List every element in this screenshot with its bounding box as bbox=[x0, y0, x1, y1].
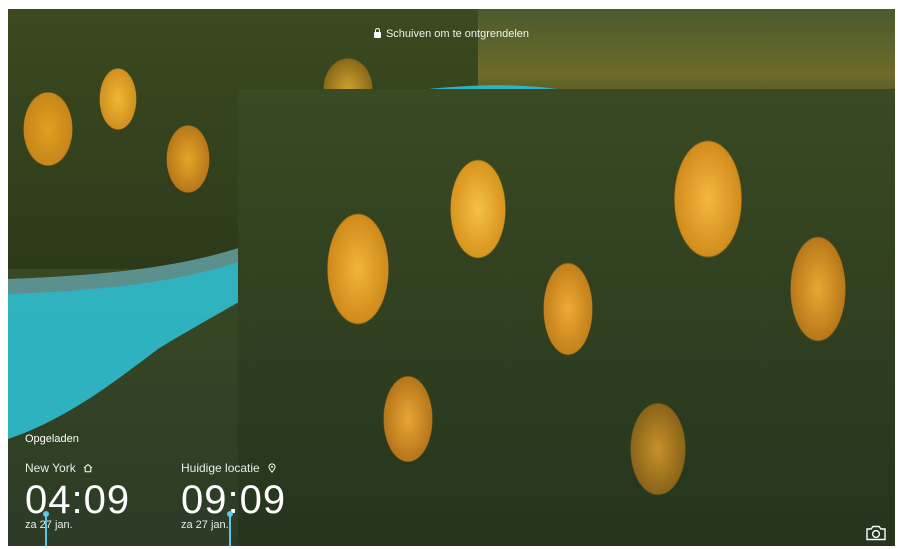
unlock-hint: Schuiven om te ontgrendelen bbox=[8, 28, 895, 40]
lock-icon bbox=[373, 28, 381, 38]
clock-new-york: New York 04:09 za 27 jan. bbox=[25, 461, 131, 546]
unlock-hint-text: Schuiven om te ontgrendelen bbox=[385, 28, 530, 40]
clock-indicator bbox=[43, 511, 49, 546]
clock-city: Huidige locatie bbox=[181, 461, 286, 475]
camera-icon[interactable] bbox=[865, 525, 887, 541]
clock-city: New York bbox=[25, 461, 130, 475]
home-icon bbox=[83, 463, 93, 473]
lock-screen[interactable]: Schuiven om te ontgrendelen Opgeladen Ne… bbox=[8, 9, 895, 546]
clock-time: 04:09 bbox=[25, 478, 131, 522]
clock-indicator bbox=[227, 511, 233, 546]
clock-city-label: Huidige locatie bbox=[181, 461, 260, 475]
location-pin-icon bbox=[268, 463, 276, 473]
clock-current-location: Huidige locatie 09:09 za 27 jan. bbox=[181, 461, 287, 546]
clock-city-label: New York bbox=[25, 461, 76, 475]
clock-time: 09:09 bbox=[181, 478, 287, 522]
charging-status: Opgeladen bbox=[25, 433, 79, 445]
wallpaper-forest-right bbox=[238, 89, 895, 546]
